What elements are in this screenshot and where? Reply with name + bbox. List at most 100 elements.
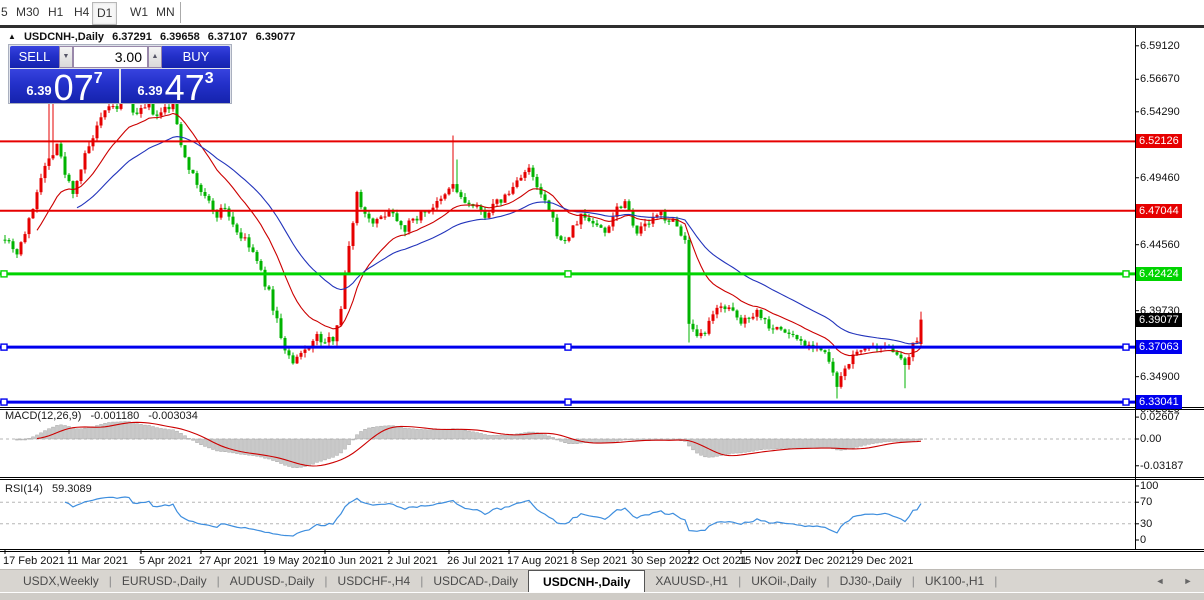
- candle-bearish: [803, 340, 807, 346]
- candle-bearish: [759, 309, 763, 319]
- candle-bearish: [271, 289, 275, 311]
- candle-bearish: [331, 337, 335, 342]
- candle-bullish: [55, 143, 59, 156]
- candle-bearish: [835, 372, 839, 387]
- candle-bullish: [411, 218, 415, 221]
- macd-histogram-bar: [527, 431, 531, 440]
- macd-histogram-bar: [875, 438, 879, 444]
- macd-histogram-bar: [303, 438, 307, 467]
- macd-histogram-bar: [399, 426, 403, 440]
- macd-histogram-bar: [699, 438, 703, 456]
- timeframe-button-mn[interactable]: MN: [152, 2, 179, 23]
- level-handle[interactable]: [564, 343, 572, 351]
- macd-histogram-bar: [787, 438, 791, 449]
- macd-histogram-bar: [867, 438, 871, 445]
- candle-bullish: [855, 351, 859, 355]
- candle-bearish: [791, 333, 795, 336]
- macd-histogram-bar: [351, 438, 355, 441]
- timeframe-button-5[interactable]: 5: [0, 2, 12, 23]
- level-handle[interactable]: [1122, 398, 1130, 406]
- candle-bullish: [315, 334, 319, 341]
- timeframe-button-d1[interactable]: D1: [92, 2, 118, 25]
- level-handle[interactable]: [1122, 270, 1130, 278]
- macd-histogram-bar: [503, 434, 507, 440]
- volume-up-button[interactable]: ▲: [148, 46, 162, 68]
- chart-tab-audusd-daily[interactable]: AUDUSD-,Daily: [220, 570, 325, 592]
- timeframe-button-h1[interactable]: H1: [44, 2, 67, 23]
- candle-bullish: [859, 350, 863, 352]
- level-handle[interactable]: [0, 343, 8, 351]
- candle-bearish: [367, 213, 371, 219]
- level-handle[interactable]: [1122, 343, 1130, 351]
- macd-histogram-bar: [211, 438, 215, 450]
- volume-down-button[interactable]: ▼: [59, 46, 73, 68]
- tabs-scroll-right-icon[interactable]: ►: [1180, 570, 1196, 592]
- level-price-badge: 6.33041: [1136, 395, 1182, 410]
- candle-bullish: [643, 223, 647, 227]
- candle-bearish: [195, 173, 199, 185]
- macd-histogram-bar: [15, 438, 19, 441]
- candle-bearish: [647, 223, 651, 225]
- macd-histogram-bar: [91, 426, 95, 440]
- macd-histogram-bar: [911, 438, 915, 442]
- candle-bullish: [339, 308, 343, 326]
- timeframe-button-m30[interactable]: M30: [12, 2, 43, 23]
- sell-price-display[interactable]: 6.39 07 7: [10, 69, 119, 103]
- candle-bullish: [103, 110, 107, 118]
- level-price-badge: 6.42424: [1136, 266, 1182, 281]
- candle-bullish: [607, 226, 611, 233]
- candle-bearish: [587, 217, 591, 221]
- level-handle[interactable]: [0, 398, 8, 406]
- candle-bullish: [219, 207, 223, 218]
- macd-histogram-bar: [471, 431, 475, 440]
- date-axis-label: 15 Nov 2021: [739, 555, 802, 567]
- buy-button[interactable]: BUY: [162, 46, 230, 68]
- candle-bearish: [735, 310, 739, 318]
- macd-histogram-bar: [343, 438, 347, 450]
- candle-bullish: [487, 212, 491, 218]
- level-handle[interactable]: [564, 270, 572, 278]
- timeframe-toolbar: 5 M30 H1 H4 D1 W1 MN: [0, 0, 1204, 28]
- macd-histogram-bar: [779, 438, 783, 449]
- chart-tab-eurusd-daily[interactable]: EURUSD-,Daily: [112, 570, 217, 592]
- candle-bullish: [143, 107, 147, 109]
- chart-tab-usdcnh-daily[interactable]: USDCNH-,Daily: [528, 570, 646, 592]
- rsi-axis-label: 0: [1140, 534, 1147, 546]
- ohlc-open: 6.37291: [112, 31, 152, 43]
- timeframe-button-w1[interactable]: W1: [126, 2, 152, 23]
- chart-tab-uk100-h1[interactable]: UK100-,H1: [915, 570, 994, 592]
- chart-tab-usdx-weekly[interactable]: USDX,Weekly: [13, 570, 109, 592]
- candle-bullish: [299, 352, 303, 357]
- macd-histogram-bar: [279, 438, 283, 464]
- level-handle[interactable]: [0, 270, 8, 278]
- macd-histogram-bar: [27, 438, 31, 440]
- candle-bullish: [907, 357, 911, 366]
- chart-tab-usdcad-daily[interactable]: USDCAD-,Daily: [423, 570, 528, 592]
- macd-histogram-bar: [799, 438, 803, 449]
- chart-tab-usdchf-h4[interactable]: USDCHF-,H4: [328, 570, 421, 592]
- volume-input[interactable]: [73, 46, 148, 68]
- sell-button[interactable]: SELL: [10, 46, 59, 68]
- macd-histogram-bar: [615, 438, 619, 442]
- candle-bearish: [631, 211, 635, 226]
- macd-histogram-bar: [103, 423, 107, 440]
- candle-bearish: [619, 206, 623, 208]
- macd-histogram-bar: [355, 434, 359, 440]
- candle-bullish: [775, 326, 779, 330]
- macd-histogram-bar: [223, 438, 227, 452]
- level-handle[interactable]: [564, 398, 572, 406]
- chart-tab-ukoil-daily[interactable]: UKOil-,Daily: [741, 570, 826, 592]
- candle-bearish: [319, 334, 323, 343]
- macd-histogram-bar: [227, 438, 231, 453]
- chart-tab-xauusd-h1[interactable]: XAUUSD-,H1: [645, 570, 738, 592]
- macd-histogram-bar: [331, 438, 335, 458]
- candle-bearish: [59, 143, 63, 157]
- timeframe-button-h4[interactable]: H4: [70, 2, 93, 23]
- candle-bearish: [539, 187, 543, 195]
- candle-bearish: [279, 318, 283, 339]
- candle-bullish: [139, 107, 143, 114]
- buy-price-display[interactable]: 6.39 47 3: [121, 69, 230, 103]
- candle-bearish: [199, 184, 203, 192]
- tabs-scroll-left-icon[interactable]: ◄: [1152, 570, 1168, 592]
- chart-tab-dj30-daily[interactable]: DJ30-,Daily: [830, 570, 912, 592]
